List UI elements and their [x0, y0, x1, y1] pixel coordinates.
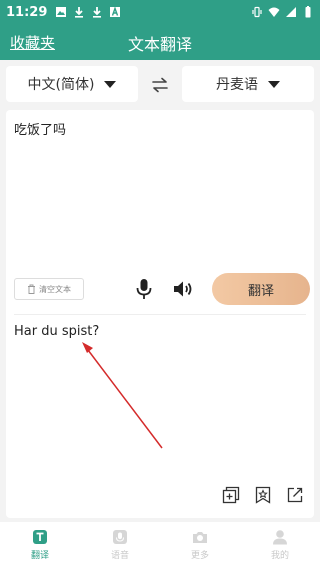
target-language-select[interactable]: 丹麦语	[182, 66, 314, 102]
system-icons	[251, 6, 314, 18]
image-icon	[56, 7, 67, 17]
chevron-down-icon	[268, 80, 280, 88]
app-notification-icon	[110, 6, 121, 17]
tab-voice[interactable]: 语音	[80, 522, 160, 568]
translation-card: 吃饭了吗 清空文本 翻译 Har du spist?	[6, 110, 314, 518]
source-language-select[interactable]: 中文(简体)	[6, 66, 138, 102]
microphone-icon	[113, 530, 127, 544]
signal-icon	[286, 7, 296, 17]
result-actions	[222, 486, 304, 504]
speaker-icon[interactable]	[172, 278, 194, 300]
camera-icon	[193, 532, 207, 543]
copy-icon[interactable]	[222, 486, 240, 504]
trash-icon	[28, 284, 35, 294]
clear-text-label: 清空文本	[39, 284, 71, 294]
bottom-tab-bar: 翻译 语音 更多 我的	[0, 522, 320, 568]
tab-more[interactable]: 更多	[160, 522, 240, 568]
battery-icon	[305, 6, 311, 18]
tab-translate[interactable]: 翻译	[0, 522, 80, 568]
download-icon	[93, 7, 102, 18]
notification-icons	[55, 6, 121, 18]
microphone-icon[interactable]	[134, 278, 154, 300]
chevron-down-icon	[104, 80, 117, 88]
tab-label: 语音	[110, 551, 129, 561]
app-bar: 收藏夹 文本翻译	[0, 24, 320, 60]
divider	[14, 314, 306, 315]
translate-icon	[33, 530, 47, 544]
target-language-label: 丹麦语	[216, 77, 258, 93]
language-bar: 中文(简体) 丹麦语	[0, 60, 320, 110]
status-bar: 11:29	[0, 0, 320, 24]
wifi-icon	[268, 7, 280, 17]
tab-label: 我的	[270, 551, 289, 561]
clear-text-button[interactable]: 清空文本	[14, 278, 84, 300]
person-icon	[273, 530, 287, 545]
source-text-input[interactable]: 吃饭了吗	[14, 119, 66, 138]
bookmark-star-icon[interactable]	[254, 486, 272, 504]
vibrate-icon	[252, 6, 262, 18]
download-icon	[75, 7, 84, 18]
tab-label: 更多	[190, 551, 209, 561]
source-language-label: 中文(简体)	[27, 77, 95, 93]
tab-me[interactable]: 我的	[240, 522, 320, 568]
translate-button[interactable]: 翻译	[212, 273, 310, 305]
share-icon[interactable]	[286, 486, 304, 504]
swap-languages-button[interactable]	[144, 74, 176, 96]
tab-label: 翻译	[30, 551, 49, 561]
favorites-link[interactable]: 收藏夹	[10, 32, 55, 53]
status-time: 11:29	[6, 4, 48, 20]
translation-result: Har du spist?	[14, 324, 100, 339]
swap-icon	[152, 77, 168, 93]
